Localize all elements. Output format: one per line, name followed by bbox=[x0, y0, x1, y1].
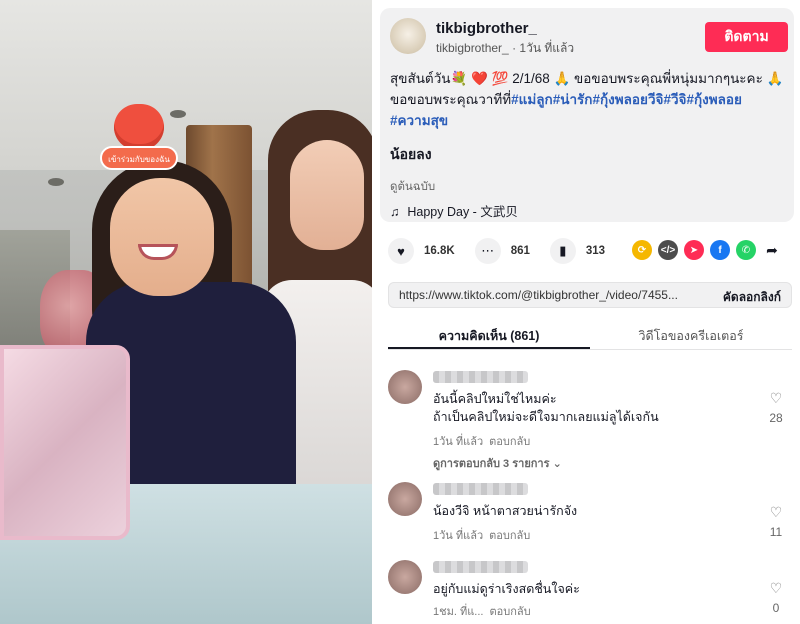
heart-outline-icon[interactable]: ♡ bbox=[764, 580, 788, 597]
comment-text: อันนี้คลิปใหม่ใช่ไหมค่ะ ถ้าเป็นคลิปใหม่จ… bbox=[433, 390, 659, 426]
video-info-card: tikbigbrother_ tikbigbrother_ · 1วัน ที่… bbox=[380, 8, 794, 222]
heart-sticker-icon bbox=[114, 104, 164, 150]
author-handle[interactable]: tikbigbrother_ bbox=[436, 41, 509, 55]
comment-item: อยู่กับแม่ดูร่าเริงสดชื่นใจค่ะ 1ชม. ที่แ… bbox=[388, 560, 792, 624]
video-caption: สุขสันต์วัน💐 ❤️ 💯 2/1/68 🙏 ขอขอบพระคุณพี… bbox=[390, 68, 786, 131]
ceiling-light bbox=[48, 178, 64, 186]
tab-comments[interactable]: ความคิดเห็น (861) bbox=[388, 320, 590, 349]
follow-button[interactable]: ติดตาม bbox=[705, 22, 788, 52]
author-meta: tikbigbrother_ · 1วัน ที่แล้ว bbox=[436, 39, 574, 58]
save-count: 313 bbox=[585, 245, 606, 257]
comment-meta: 1ชม. ที่แ... ตอบกลับ bbox=[433, 602, 531, 620]
comment-count: 861 bbox=[510, 245, 530, 257]
comment-text: อยู่กับแม่ดูร่าเริงสดชื่นใจค่ะ bbox=[433, 580, 580, 598]
repost-icon[interactable]: ⟳ bbox=[632, 240, 652, 260]
hashtag[interactable]: #น่ารัก bbox=[553, 92, 593, 107]
hashtag[interactable]: #กุ้งพลอยวีจิ bbox=[592, 92, 663, 107]
comment-time: 1วัน ที่แล้ว bbox=[433, 436, 484, 448]
comment-like[interactable]: ♡ 28 bbox=[764, 390, 788, 425]
commenter-name-blurred[interactable] bbox=[433, 483, 528, 495]
video-url[interactable]: https://www.tiktok.com/@tikbigbrother_/v… bbox=[399, 288, 678, 302]
facebook-icon[interactable]: f bbox=[710, 240, 730, 260]
see-less-link[interactable]: น้อยลง bbox=[390, 144, 432, 166]
share-buttons: ⟳ </> ➤ f ✆ ➦ bbox=[632, 240, 782, 260]
embed-icon[interactable]: </> bbox=[658, 240, 678, 260]
comment-like[interactable]: ♡ 11 bbox=[764, 504, 788, 539]
commenter-avatar[interactable] bbox=[388, 482, 422, 516]
heart-sticker: เข้าร่วมกับของฉัน bbox=[100, 98, 178, 178]
copy-link-button[interactable]: คัดลอกลิงก์ bbox=[723, 288, 781, 307]
comment-meta: 1วัน ที่แล้ว ตอบกลับ bbox=[433, 526, 530, 544]
comment-like-count: 0 bbox=[772, 601, 780, 615]
author-avatar[interactable] bbox=[390, 18, 426, 54]
comment-icon[interactable]: ⋯ bbox=[474, 238, 501, 264]
author-username[interactable]: tikbigbrother_ bbox=[436, 20, 537, 37]
music-title: Happy Day - 文武贝 bbox=[407, 205, 518, 219]
view-replies-button[interactable]: ดูการตอบกลับ 3 รายการ ⌄ bbox=[433, 454, 562, 472]
bookmark-icon[interactable]: ▮ bbox=[549, 238, 576, 264]
heart-outline-icon[interactable]: ♡ bbox=[764, 504, 788, 521]
share-icon[interactable]: ➦ bbox=[762, 240, 782, 260]
comment-line: น้องวีจิ หน้าตาสวยน่ารักจัง bbox=[433, 504, 578, 518]
music-track[interactable]: ♫ Happy Day - 文武贝 bbox=[390, 201, 518, 220]
comment-line: ถ้าเป็นคลิปใหม่จะดีใจมากเลยแม่ลูได้เจกัน bbox=[433, 410, 659, 424]
comment-line: อันนี้คลิปใหม่ใช่ไหมค่ะ bbox=[433, 392, 557, 406]
hashtag[interactable]: #แม่ลูก bbox=[511, 92, 553, 107]
reply-button[interactable]: ตอบกลับ bbox=[489, 606, 530, 618]
video-player[interactable]: เข้าร่วมกับของฉัน bbox=[0, 0, 372, 624]
reply-button[interactable]: ตอบกลับ bbox=[489, 436, 530, 448]
comment-text: น้องวีจิ หน้าตาสวยน่ารักจัง bbox=[433, 502, 577, 520]
video-link-box: https://www.tiktok.com/@tikbigbrother_/v… bbox=[388, 282, 792, 308]
pink-bag bbox=[0, 345, 130, 540]
woman-face bbox=[290, 140, 364, 250]
engagement-stats: ♥ 16.8K ⋯ 861 ▮ 313 bbox=[388, 238, 615, 264]
music-note-icon: ♫ bbox=[390, 205, 400, 219]
whatsapp-icon[interactable]: ✆ bbox=[736, 240, 756, 260]
comment-like-count: 28 bbox=[769, 411, 783, 425]
like-count: 16.8K bbox=[424, 245, 455, 257]
comment-line: อยู่กับแม่ดูร่าเริงสดชื่นใจค่ะ bbox=[433, 582, 580, 596]
like-icon[interactable]: ♥ bbox=[388, 238, 414, 264]
comment-tabs: ความคิดเห็น (861) วิดีโอของครีเอเตอร์ bbox=[388, 320, 792, 350]
hashtag[interactable]: #ความสุข bbox=[390, 113, 448, 128]
send-icon[interactable]: ➤ bbox=[684, 240, 704, 260]
hashtag[interactable]: #กุ้งพลอย bbox=[686, 92, 741, 107]
tab-creator-videos[interactable]: วิดีโอของครีเอเตอร์ bbox=[590, 320, 792, 349]
post-time: 1วัน ที่แล้ว bbox=[519, 41, 575, 55]
commenter-name-blurred[interactable] bbox=[433, 371, 528, 383]
comment-time: 1ชม. ที่แ... bbox=[433, 606, 484, 618]
comment-time: 1วัน ที่แล้ว bbox=[433, 530, 484, 542]
commenter-avatar[interactable] bbox=[388, 560, 422, 594]
girl-face bbox=[110, 178, 214, 296]
hashtag[interactable]: #วีจิ bbox=[663, 92, 686, 107]
comment-item: อันนี้คลิปใหม่ใช่ไหมค่ะ ถ้าเป็นคลิปใหม่จ… bbox=[388, 370, 792, 470]
comment-meta: 1วัน ที่แล้ว ตอบกลับ bbox=[433, 432, 530, 450]
sticker-label: เข้าร่วมกับของฉัน bbox=[100, 146, 178, 170]
view-original-link[interactable]: ดูต้นฉบับ bbox=[390, 178, 435, 196]
comment-like-count: 11 bbox=[769, 525, 783, 539]
heart-outline-icon[interactable]: ♡ bbox=[764, 390, 788, 407]
commenter-name-blurred[interactable] bbox=[433, 561, 528, 573]
reply-button[interactable]: ตอบกลับ bbox=[489, 530, 530, 542]
commenter-avatar[interactable] bbox=[388, 370, 422, 404]
comment-like[interactable]: ♡ 0 bbox=[764, 580, 788, 615]
